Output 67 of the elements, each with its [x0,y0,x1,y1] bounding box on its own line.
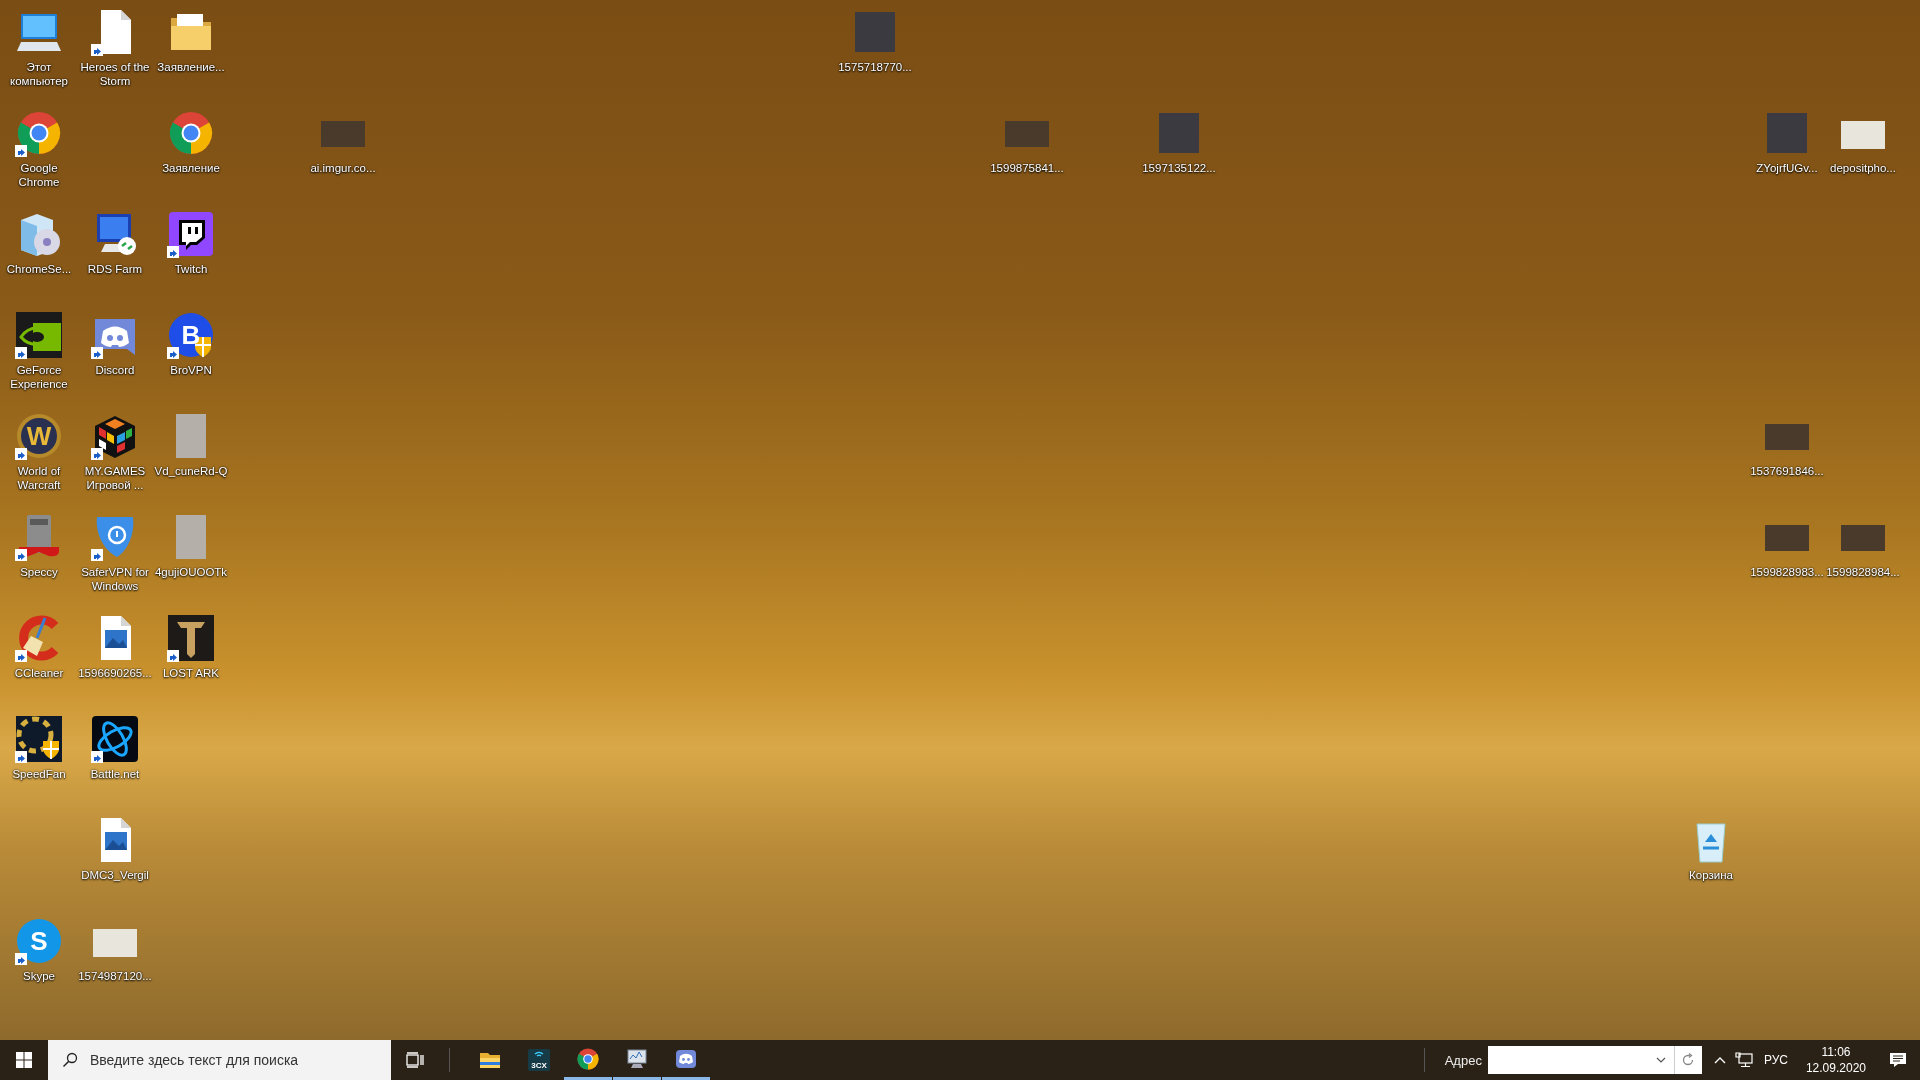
address-label: Адрес [1444,1052,1482,1068]
icon-label: Google Chrome [17,161,61,189]
icon-label: Discord [95,363,135,377]
icon-label: CCleaner [14,666,64,680]
taskbar-app-button[interactable]: 3CX [515,1040,563,1080]
icon-label: 1599828983... [1750,565,1824,579]
icon-label: World of Warcraft [16,464,62,492]
network-icon [1734,1052,1753,1068]
icon-label: BroVPN [170,363,212,377]
monitor-icon [625,1046,649,1071]
date-text: 12.09.2020 [1805,1060,1866,1076]
vpn-icon[interactable] [167,311,215,359]
browser-icon[interactable] [15,109,63,157]
logo-letter: B [181,324,201,346]
app-logo-icon [527,1048,551,1072]
icon-label: Skype [23,969,55,983]
icon-label: ai.imgur.co... [310,161,376,175]
icon-label: Заявление [162,161,220,175]
clock[interactable]: 11:06 12.09.2020 [1795,1040,1876,1080]
caret-icon [1655,1057,1666,1063]
browser-icon[interactable] [167,109,215,157]
game-emblem-icon[interactable] [15,412,63,460]
icon-label: Twitch [174,262,208,276]
icon-label: Battle.net [90,767,140,781]
search-field[interactable]: Введите здесь текст для поиска [48,1040,391,1080]
icon-label: Этот компьютер [9,60,69,88]
browser-icon [576,1046,600,1071]
notifications-icon [1889,1052,1907,1068]
icon-label: DMC3_Vergil [81,868,149,882]
logo-letter: W [26,425,52,447]
swirl-logo-icon[interactable] [91,715,139,763]
icon-label: Heroes of the Storm [79,60,151,88]
task-view-icon [406,1052,424,1068]
logo-letter: S [30,930,48,952]
icon-label: SaferVPN for Windows [80,565,150,593]
icon-label: 1575718770... [838,60,912,74]
icon-label: 1597135122... [1142,161,1216,175]
icon-label: Vd_cuneRd-Q [154,464,228,478]
logo-text: 3CX [530,1061,548,1070]
icon-label: 4gujiOUOOTk [154,565,228,579]
icon-label: depositpho... [1830,161,1896,175]
icon-label: Корзина [1689,868,1733,882]
icon-label: SpeedFan [12,767,66,781]
icon-label: ZYojrfUGv... [1756,161,1818,175]
icon-label: 1574987120... [78,969,152,983]
language-indicator[interactable]: РУС [1755,1040,1796,1080]
icon-label: LOST ARK [162,666,219,680]
icon-label: GeForce Experience [9,363,69,391]
icon-label: ChromeSe... [6,262,72,276]
icon-label: 1599828984... [1826,565,1900,579]
icon-label: 1596690265... [78,666,152,680]
icon-label: 1537691846... [1750,464,1824,478]
windows-logo-icon [16,1052,32,1068]
search-icon [62,1052,78,1068]
fan-icon[interactable] [15,715,63,763]
icon-label: MY.GAMES Игровой ... [83,464,147,492]
icon-label: RDS Farm [87,262,143,276]
game-logo-icon[interactable] [167,614,215,662]
eye-logo-icon[interactable] [15,311,63,359]
chevron-up-icon [1713,1056,1726,1064]
refresh-icon [1681,1053,1696,1067]
icon-label: Заявление... [157,60,225,74]
chat-bubble-icon[interactable] [167,210,215,258]
icon-label: 1599875841... [990,161,1064,175]
icon-label: Speccy [20,565,58,579]
chat-logo-icon[interactable] [15,917,63,965]
time-text: 11:06 [1821,1044,1851,1060]
